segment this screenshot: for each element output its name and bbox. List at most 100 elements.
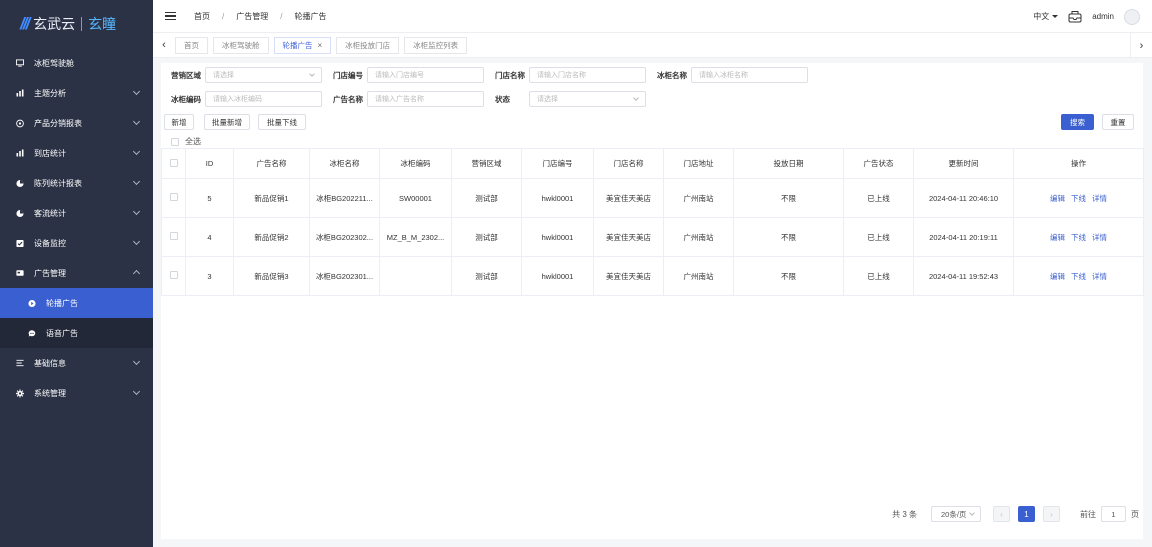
row-checkbox-cell[interactable]: [161, 256, 186, 296]
filter-fridge-code-input[interactable]: 请输入冰柜编码: [205, 91, 322, 107]
filter-fridge-code-group: 冰柜编码 请输入冰柜编码: [171, 91, 322, 107]
header-checkbox[interactable]: [169, 158, 178, 167]
tab[interactable]: 冰柜投放门店: [336, 36, 400, 54]
content-area: 营销区域 请选择 门店编号 请输入门店编号 门店名称 请输入门店名称 冰柜名称 …: [153, 58, 1152, 547]
tab-label: 冰柜驾驶舱: [222, 40, 260, 50]
username[interactable]: admin: [1092, 12, 1114, 21]
tabs-list: 首页 冰柜驾驶舱 轮播广告 × 冰柜投放门店 冰柜监控列表: [175, 36, 472, 54]
row-checkbox-cell[interactable]: [161, 217, 186, 257]
tab[interactable]: 冰柜驾驶舱: [213, 36, 269, 54]
filter-fridge-name-placeholder: 请输入冰柜名称: [699, 72, 748, 79]
language-switcher[interactable]: 中文: [1033, 11, 1059, 22]
reset-button[interactable]: 重置: [1102, 114, 1134, 130]
table-row[interactable]: 4 新品促销2 冰柜BG202302... MZ_B_M_2302... 测试部 hwkl…: [161, 217, 1144, 257]
main-panel: 营销区域 请选择 门店编号 请输入门店编号 门店名称 请输入门店名称 冰柜名称 …: [161, 63, 1144, 539]
sidebar-item-label: 基础信息: [34, 358, 66, 368]
sidebar-item[interactable]: 设备监控: [0, 228, 153, 258]
sidebar-item[interactable]: 冰柜驾驶舱: [0, 48, 153, 78]
cell-fridge-code: [379, 256, 452, 296]
chevron-down-icon: [132, 147, 141, 156]
row-detail-link[interactable]: 详情: [1092, 194, 1107, 203]
chevron-down-icon: [132, 117, 141, 126]
select-all[interactable]: 全选: [171, 136, 201, 147]
filter-store-code-input[interactable]: 请输入门店编号: [367, 67, 484, 83]
filter-store-name-group: 门店名称 请输入门店名称: [495, 67, 646, 83]
cell-ad-name: 新品促销3: [233, 256, 310, 296]
table-row[interactable]: 5 新品促销1 冰柜BG202211... SW00001 测试部 hwkl0001 美宜佳…: [161, 178, 1144, 218]
tabs-scroll-left-icon[interactable]: ‹: [153, 33, 175, 58]
avatar[interactable]: [1124, 8, 1140, 25]
sidebar-item[interactable]: 产品分销报表: [0, 108, 153, 138]
filter-ad-name-input[interactable]: 请输入广告名称: [367, 91, 484, 107]
sidebar-item-label: 轮播广告: [46, 298, 78, 308]
breadcrumb-separator: /: [222, 11, 225, 21]
sidebar-item[interactable]: 到店统计: [0, 138, 153, 168]
filter-fridge-name-input[interactable]: 请输入冰柜名称: [691, 67, 808, 83]
select-all-label: 全选: [185, 137, 201, 146]
row-detail-link[interactable]: 详情: [1092, 233, 1107, 242]
chevron-down-icon: [309, 71, 315, 77]
search-button[interactable]: 搜索: [1061, 114, 1094, 130]
target-icon: [16, 119, 24, 127]
column-header: 更新时间: [913, 148, 1014, 179]
sidebar-item[interactable]: 系统管理: [0, 378, 153, 408]
goto-page-input[interactable]: 1: [1101, 506, 1126, 522]
column-header: 冰柜名称: [309, 148, 380, 179]
pie-chart-icon: [16, 179, 24, 187]
hamburger-menu-icon[interactable]: [165, 11, 176, 21]
cell-id: 5: [185, 178, 234, 218]
row-detail-link[interactable]: 详情: [1092, 272, 1107, 281]
breadcrumb-item-ad-management[interactable]: 广告管理: [236, 11, 268, 22]
filter-store-name-input[interactable]: 请输入门店名称: [529, 67, 646, 83]
add-button[interactable]: 新增: [164, 114, 194, 130]
row-checkbox[interactable]: [169, 232, 178, 240]
filter-region-select[interactable]: 请选择: [205, 67, 322, 83]
sidebar-item-label: 主题分析: [34, 88, 66, 98]
sidebar-item-label: 产品分销报表: [34, 118, 82, 128]
cell-address: 广州南站: [663, 178, 734, 218]
row-checkbox[interactable]: [169, 271, 178, 279]
tab[interactable]: 冰柜监控列表: [404, 36, 468, 54]
tab[interactable]: 首页: [175, 36, 208, 54]
row-offline-link[interactable]: 下线: [1071, 272, 1086, 281]
row-edit-link[interactable]: 编辑: [1050, 233, 1065, 242]
tab-label: 首页: [184, 40, 199, 50]
cell-id: 3: [185, 256, 234, 296]
sidebar-item[interactable]: 主题分析: [0, 78, 153, 108]
filter-status-select[interactable]: 请选择: [529, 91, 646, 107]
page-size-select[interactable]: 20条/页: [931, 506, 981, 522]
row-offline-link[interactable]: 下线: [1071, 194, 1086, 203]
bar-chart-icon: [16, 89, 24, 97]
sidebar-item[interactable]: 轮播广告: [0, 288, 153, 318]
row-edit-link[interactable]: 编辑: [1050, 194, 1065, 203]
sidebar-item[interactable]: 广告管理: [0, 258, 153, 288]
row-edit-link[interactable]: 编辑: [1050, 272, 1065, 281]
sidebar-item[interactable]: 基础信息: [0, 348, 153, 378]
row-checkbox[interactable]: [169, 193, 178, 201]
page-number-current[interactable]: 1: [1018, 506, 1035, 522]
batch-add-button[interactable]: 批量新增: [204, 114, 250, 130]
ads-table: ID 广告名称 冰柜名称 冰柜编码 营销区域 门店编号 门店名称 门店地址 投放…: [161, 148, 1144, 296]
column-header: 营销区域: [451, 148, 522, 179]
tabs-scroll-right-icon[interactable]: ›: [1130, 33, 1152, 58]
breadcrumb-item-home[interactable]: 首页: [194, 11, 210, 22]
cell-date: 不限: [733, 217, 844, 257]
next-page-button[interactable]: ›: [1043, 506, 1060, 522]
close-icon[interactable]: ×: [318, 41, 323, 50]
header-checkbox-cell[interactable]: [161, 148, 186, 179]
select-all-checkbox[interactable]: [171, 137, 179, 146]
list-icon: [16, 359, 24, 367]
sidebar-item-label: 陈列统计报表: [34, 178, 82, 188]
batch-offline-button[interactable]: 批量下线: [258, 114, 306, 130]
row-offline-link[interactable]: 下线: [1071, 233, 1086, 242]
row-checkbox-cell[interactable]: [161, 178, 186, 218]
sidebar-item[interactable]: 陈列统计报表: [0, 168, 153, 198]
tab[interactable]: 轮播广告 ×: [273, 36, 332, 54]
table-row[interactable]: 3 新品促销3 冰柜BG202301... 测试部 hwkl0001 美宜佳天美店 广州南站…: [161, 256, 1144, 296]
message-box-icon[interactable]: [1068, 10, 1082, 23]
prev-page-button[interactable]: ‹: [993, 506, 1010, 522]
sidebar-item[interactable]: 客流统计: [0, 198, 153, 228]
cell-ad-name: 新品促销2: [233, 217, 310, 257]
filter-region-group: 营销区域 请选择: [171, 67, 322, 83]
sidebar-item[interactable]: 语音广告: [0, 318, 153, 348]
